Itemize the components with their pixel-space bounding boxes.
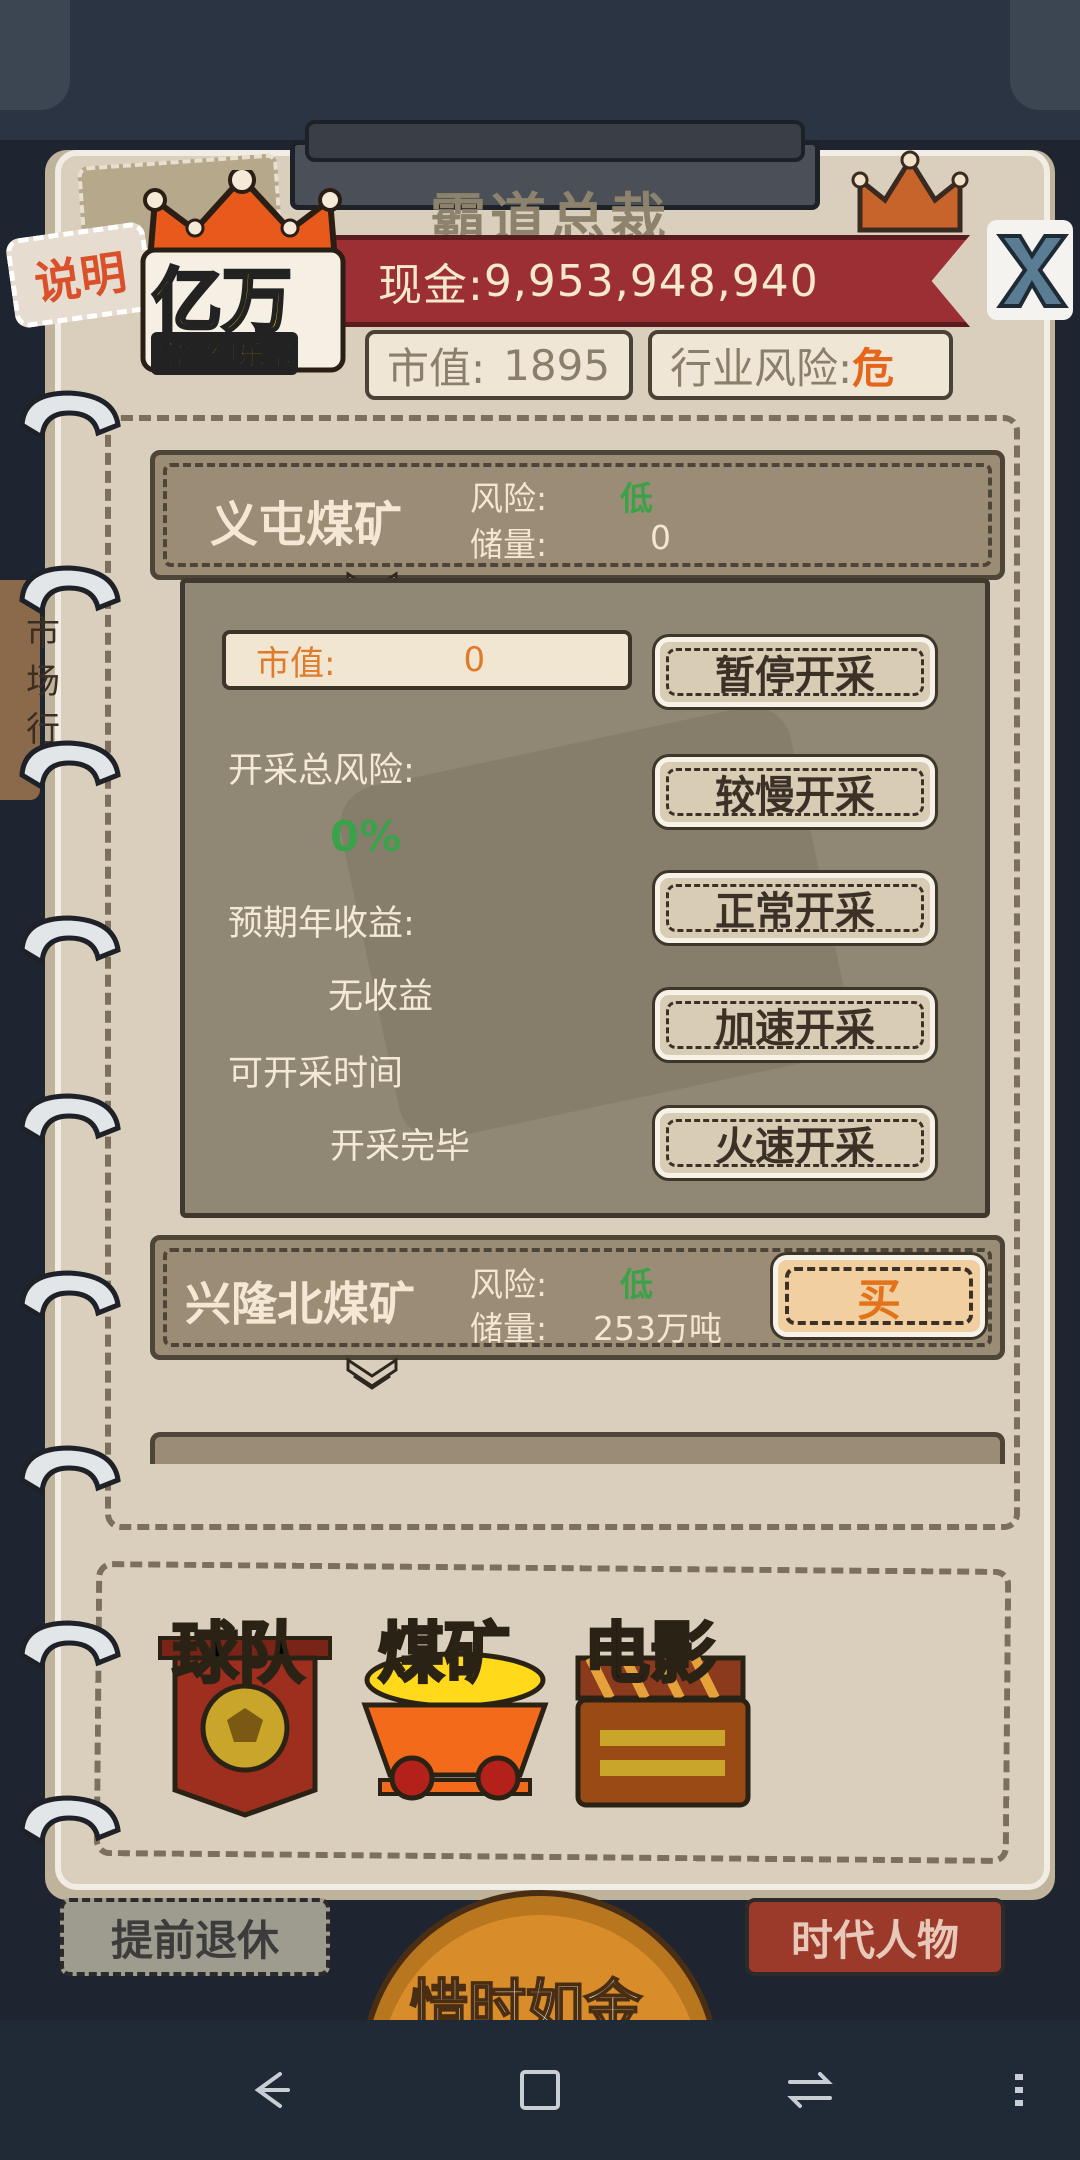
club-subtitle: 富翁俱乐部 xyxy=(151,332,298,375)
buy-button[interactable]: 买 xyxy=(773,1255,985,1337)
era-figures-button[interactable]: 时代人物 xyxy=(745,1898,1005,1976)
category-label: 电影 xyxy=(583,1614,718,1694)
binder-ring-icon xyxy=(19,390,121,442)
background-top xyxy=(0,0,1080,140)
mine-reserve-value: 0 xyxy=(650,518,671,557)
panel-market-pill: 市值: 0 xyxy=(222,630,632,690)
early-retire-button[interactable]: 提前退休 xyxy=(60,1898,330,1976)
mine-name: 兴隆北煤矿 xyxy=(185,1277,415,1331)
side-label: 市场行 xyxy=(26,614,60,750)
back-icon[interactable] xyxy=(240,2060,300,2120)
mine-risk-value: 低 xyxy=(620,479,653,518)
industry-risk-pill: 行业风险: 危 xyxy=(648,330,953,400)
frame-corner-right xyxy=(1010,0,1080,110)
mine-reserve-value: 253万吨 xyxy=(593,1309,722,1348)
mining-time-value: 开采完毕 xyxy=(330,1127,471,1167)
cash-label: 现金: xyxy=(378,260,484,311)
category-label: 球队 xyxy=(171,1614,306,1694)
clip-bar xyxy=(305,120,805,162)
cash-ribbon: 现金: 9,953,948,940 xyxy=(330,235,970,327)
category-film[interactable]: 电影 xyxy=(570,1600,760,1820)
category-label: 煤矿 xyxy=(377,1614,512,1694)
total-risk-label: 开采总风险: xyxy=(228,751,415,791)
club-title: 亿万 xyxy=(151,259,294,344)
binder-ring-icon xyxy=(19,1270,121,1322)
normal-mining-button[interactable]: 正常开采 xyxy=(655,873,935,943)
industry-risk-value: 危 xyxy=(852,343,895,393)
panel-market-label: 市值: xyxy=(256,643,336,684)
mine-card-partial[interactable] xyxy=(150,1432,1005,1464)
mine-risk-label: 风险: xyxy=(470,479,548,518)
mine-risk-label: 风险: xyxy=(470,1265,548,1304)
market-value: 1895 xyxy=(503,340,611,390)
category-coal[interactable]: 煤矿 xyxy=(360,1600,550,1820)
binder-ring-icon xyxy=(19,1445,121,1497)
binder-ring-icon xyxy=(19,915,121,967)
fast-mining-button[interactable]: 加速开采 xyxy=(655,990,935,1060)
mining-time-label: 可开采时间 xyxy=(228,1054,404,1094)
expected-income-value: 无收益 xyxy=(328,977,434,1017)
binder-ring-icon xyxy=(19,1795,121,1847)
binder-ring-icon xyxy=(19,1093,121,1145)
expected-income-label: 预期年收益: xyxy=(228,904,415,944)
total-risk-value: 0% xyxy=(330,812,402,861)
menu-dots-icon[interactable] xyxy=(1005,2060,1035,2120)
binder-ring-icon xyxy=(19,740,121,792)
crown-ghost-icon xyxy=(851,150,969,233)
market-label: 市值: xyxy=(387,343,486,393)
slow-mining-button[interactable]: 较慢开采 xyxy=(655,757,935,827)
panel-market-value: 0 xyxy=(463,640,486,680)
mine-name: 义屯煤矿 xyxy=(210,497,403,553)
recent-apps-icon[interactable] xyxy=(510,2060,570,2120)
frame-corner-left xyxy=(0,0,70,110)
swap-icon[interactable] xyxy=(780,2060,840,2120)
mine-reserve-label: 储量: xyxy=(470,1309,548,1348)
category-team[interactable]: 球队 xyxy=(150,1600,340,1820)
cash-value: 9,953,948,940 xyxy=(483,255,819,307)
club-badge: 亿万 富翁俱乐部 xyxy=(135,166,350,385)
mine-reserve-label: 储量: xyxy=(470,525,548,564)
mine-risk-value: 低 xyxy=(620,1265,653,1304)
close-icon[interactable] xyxy=(985,218,1075,323)
binder-ring-icon xyxy=(19,565,121,617)
industry-risk-label: 行业风险: xyxy=(670,343,853,393)
rapid-mining-button[interactable]: 火速开采 xyxy=(655,1108,935,1178)
explain-button[interactable]: 说明 xyxy=(4,220,156,330)
pause-mining-button[interactable]: 暂停开采 xyxy=(655,637,935,707)
market-value-pill: 市值: 1895 xyxy=(365,330,633,400)
binder-ring-icon xyxy=(19,1620,121,1672)
chevron-down-icon[interactable] xyxy=(344,1354,400,1396)
